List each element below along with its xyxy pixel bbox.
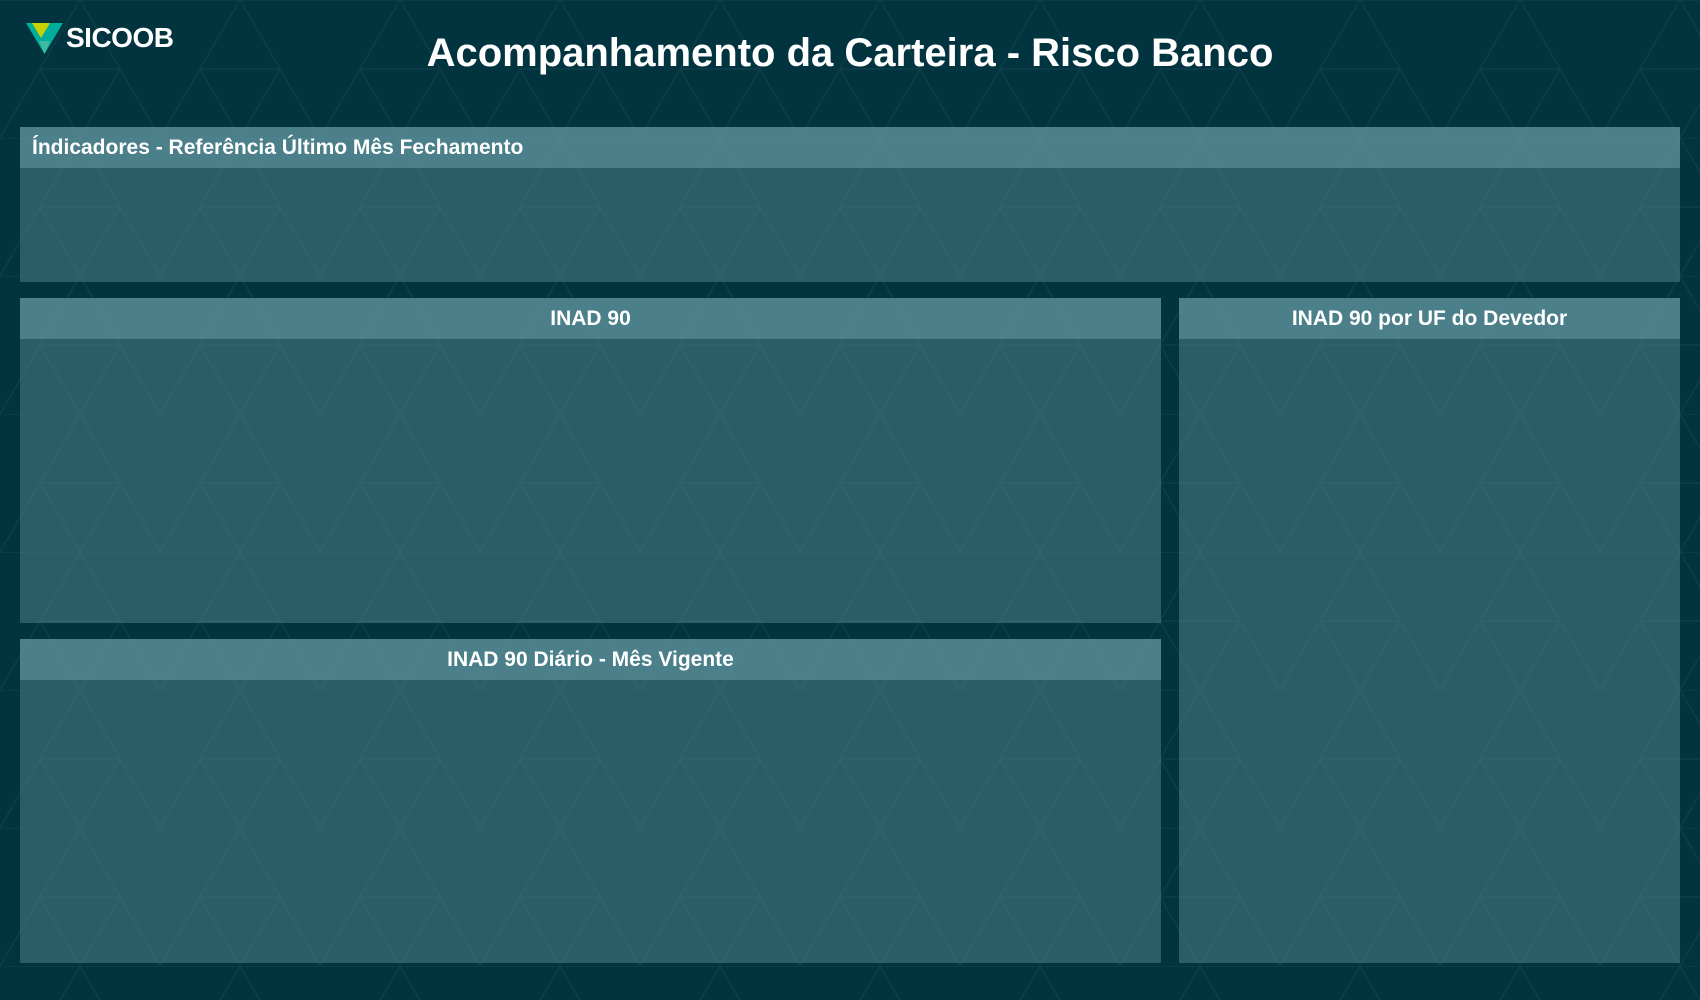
inad90-panel-title: INAD 90 [20,298,1161,339]
inad90-uf-panel-title: INAD 90 por UF do Devedor [1179,298,1680,339]
indicadores-panel-title: Índicadores - Referência Último Mês Fech… [20,127,1680,168]
inad90-diario-panel-title: INAD 90 Diário - Mês Vigente [20,639,1161,680]
indicadores-panel: Índicadores - Referência Último Mês Fech… [20,127,1680,282]
inad90-panel: INAD 90 [20,298,1161,623]
inad90-diario-panel: INAD 90 Diário - Mês Vigente [20,639,1161,963]
page-title: Acompanhamento da Carteira - Risco Banco [426,31,1274,75]
inad90-uf-panel: INAD 90 por UF do Devedor [1179,298,1680,963]
